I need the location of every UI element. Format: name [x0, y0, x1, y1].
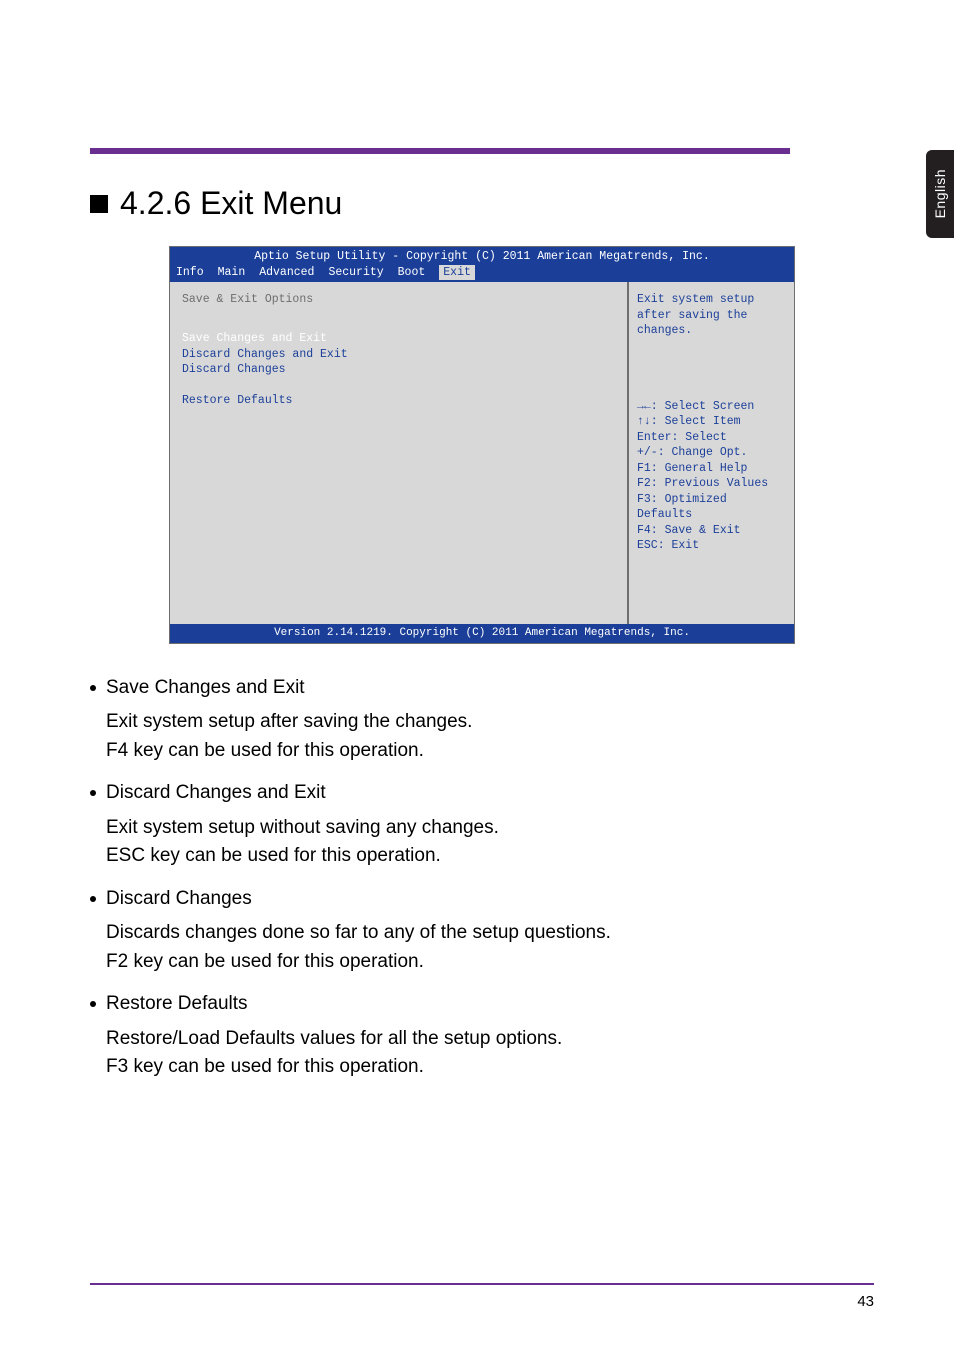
bullet-icon [90, 896, 96, 902]
bios-key-legend: →←: Select Screen ↑↓: Select Item Enter:… [637, 399, 786, 614]
desc-line: F3 key can be used for this operation. [106, 1053, 874, 1082]
manual-page: English 4.2.6 Exit Menu Aptio Setup Util… [0, 0, 954, 1350]
square-bullet-icon [90, 195, 108, 213]
bios-key-line: +/-: Change Opt. [637, 445, 786, 461]
desc-line: F2 key can be used for this operation. [106, 948, 874, 977]
section-heading: 4.2.6 Exit Menu [90, 185, 874, 222]
section-heading-text: 4.2.6 Exit Menu [120, 185, 342, 222]
desc-line: F4 key can be used for this operation. [106, 737, 874, 766]
bios-tab-exit: Exit [439, 265, 475, 281]
bullet-icon [90, 790, 96, 796]
bios-left-pane: Save & Exit Options Save Changes and Exi… [170, 282, 629, 624]
bios-titlebar: Aptio Setup Utility - Copyright (C) 2011… [170, 247, 794, 265]
desc-line: Restore/Load Defaults values for all the… [106, 1025, 874, 1054]
list-item-title: Discard Changes [106, 885, 252, 914]
language-tab: English [926, 150, 954, 238]
bios-menu-tabs: Info Main Advanced Security Boot Exit [170, 265, 794, 283]
list-item-desc: Discards changes done so far to any of t… [106, 919, 874, 976]
bios-right-pane: Exit system setup after saving the chang… [629, 282, 794, 624]
bios-group-title: Save & Exit Options [182, 292, 615, 308]
desc-line: ESC key can be used for this operation. [106, 842, 874, 871]
bios-help-line: Exit system setup [637, 292, 786, 308]
list-item: Save Changes and Exit [90, 674, 874, 703]
list-item: Discard Changes [90, 885, 874, 914]
list-item: Discard Changes and Exit [90, 779, 874, 808]
bios-key-line: F2: Previous Values [637, 476, 786, 492]
header-accent-rule [90, 148, 790, 154]
bullet-icon [90, 1001, 96, 1007]
bios-item-restore: Restore Defaults [182, 393, 615, 409]
list-item-desc: Exit system setup without saving any cha… [106, 814, 874, 871]
desc-line: Exit system setup after saving the chang… [106, 708, 874, 737]
bios-key-line: ↑↓: Select Item [637, 414, 786, 430]
list-item-title: Discard Changes and Exit [106, 779, 326, 808]
bios-tab-info: Info [176, 265, 204, 281]
bios-help-text: Exit system setup after saving the chang… [637, 292, 786, 339]
bullet-icon [90, 685, 96, 691]
language-tab-label: English [932, 169, 948, 218]
list-item-desc: Exit system setup after saving the chang… [106, 708, 874, 765]
bios-item-discard-exit: Discard Changes and Exit [182, 347, 615, 363]
bios-tab-main: Main [218, 265, 246, 281]
bios-item-save-exit: Save Changes and Exit [182, 331, 615, 347]
bios-screenshot: Aptio Setup Utility - Copyright (C) 2011… [169, 246, 795, 644]
list-item: Restore Defaults [90, 990, 874, 1019]
desc-line: Discards changes done so far to any of t… [106, 919, 874, 948]
bios-key-line: F1: General Help [637, 461, 786, 477]
list-item-desc: Restore/Load Defaults values for all the… [106, 1025, 874, 1082]
bios-tab-boot: Boot [398, 265, 426, 281]
list-item-title: Save Changes and Exit [106, 674, 305, 703]
bios-key-line: F4: Save & Exit [637, 523, 786, 539]
bios-key-line: ESC: Exit [637, 538, 786, 554]
desc-line: Exit system setup without saving any cha… [106, 814, 874, 843]
bios-tab-advanced: Advanced [259, 265, 314, 281]
bios-help-line: after saving the [637, 308, 786, 324]
bios-item-discard: Discard Changes [182, 362, 615, 378]
bios-key-line: →←: Select Screen [637, 399, 786, 415]
page-number: 43 [857, 1293, 874, 1310]
body-content: Save Changes and Exit Exit system setup … [90, 674, 874, 1082]
bios-tab-security: Security [328, 265, 383, 281]
bios-footer: Version 2.14.1219. Copyright (C) 2011 Am… [170, 624, 794, 643]
bios-key-line: Enter: Select [637, 430, 786, 446]
bios-help-line: changes. [637, 323, 786, 339]
list-item-title: Restore Defaults [106, 990, 248, 1019]
bios-key-line: F3: Optimized Defaults [637, 492, 786, 523]
footer-accent-rule [90, 1283, 874, 1285]
bios-body: Save & Exit Options Save Changes and Exi… [170, 282, 794, 624]
